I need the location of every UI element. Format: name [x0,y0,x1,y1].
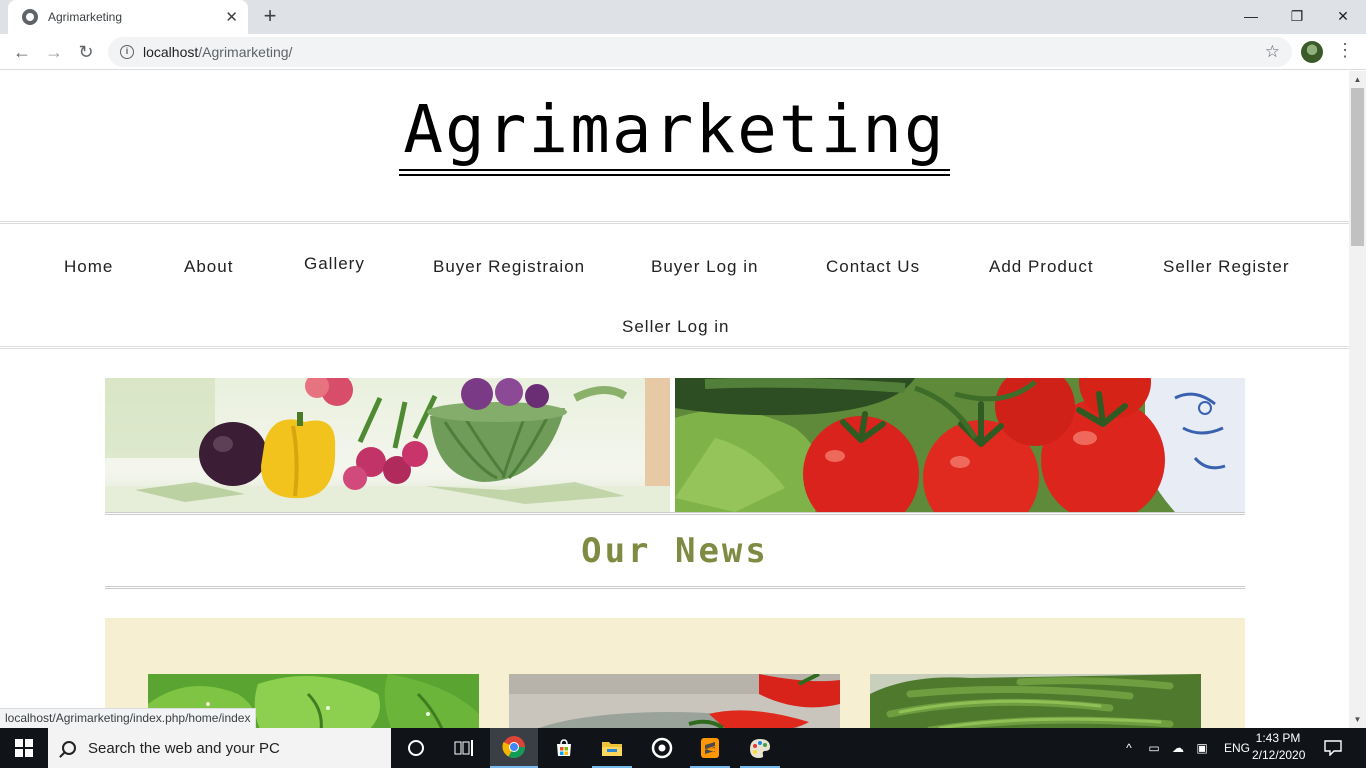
site-header: Agrimarketing [0,91,1349,176]
news-heading: Our News [581,531,769,571]
banner-vegetables-image [105,378,670,512]
media-icon[interactable] [638,728,686,768]
link-status-bar: localhost/Agrimarketing/index.php/home/i… [0,708,257,728]
paint-icon[interactable] [736,728,784,768]
tab-close-icon[interactable]: ✕ [225,8,238,26]
store-icon[interactable] [540,728,588,768]
system-tray: ^ ▭ ☁ ▣ ENG [1120,728,1256,768]
globe-icon [22,9,38,25]
page-viewport: Agrimarketing Home About Gallery Buyer R… [0,71,1349,728]
tab-title: Agrimarketing [48,10,123,24]
nav-buyer-login[interactable]: Buyer Log in [651,257,758,277]
battery-icon[interactable]: ▭ [1142,741,1166,755]
task-view-icon[interactable] [440,728,488,768]
clock-time: 1:43 PM [1255,731,1301,745]
file-explorer-icon[interactable] [588,728,636,768]
site-logo[interactable]: Agrimarketing [399,91,950,176]
news-section [105,618,1245,728]
nav-contact-us[interactable]: Contact Us [826,257,920,277]
browser-tab-strip: Agrimarketing ✕ + — ❐ ✕ [0,0,1366,34]
nav-about[interactable]: About [184,257,233,277]
forward-icon[interactable]: → [42,40,66,64]
nav-buyer-registration[interactable]: Buyer Registraion [433,257,585,277]
page-scrollbar[interactable]: ▲ ▼ [1349,71,1366,728]
nav-seller-login[interactable]: Seller Log in [622,317,730,337]
banner-tomatoes-image [675,378,1245,512]
address-bar[interactable]: i localhost/Agrimarketing/ ☆ [108,37,1292,67]
start-button[interactable] [0,728,48,768]
scrollbar-thumb[interactable] [1351,88,1364,246]
scroll-up-icon[interactable]: ▲ [1349,71,1366,88]
system-clock[interactable]: 1:43 PM 2/12/2020 [1252,730,1306,764]
main-navigation: Home About Gallery Buyer Registraion Buy… [0,221,1349,349]
cortana-icon[interactable] [392,728,440,768]
reload-icon[interactable]: ↻ [74,40,98,64]
clock-date: 2/12/2020 [1252,748,1306,762]
browser-tab[interactable]: Agrimarketing ✕ [8,0,248,34]
scroll-down-icon[interactable]: ▼ [1349,711,1366,728]
nav-seller-register[interactable]: Seller Register [1163,257,1290,277]
taskbar-search[interactable]: Search the web and your PC [48,728,391,768]
onedrive-icon[interactable]: ☁ [1166,741,1190,755]
browser-toolbar: ← → ↻ i localhost/Agrimarketing/ ☆ ⋮ [0,34,1366,70]
new-tab-icon[interactable]: + [258,4,282,28]
nav-add-product[interactable]: Add Product [989,257,1094,277]
language-indicator[interactable]: ENG [1218,741,1256,755]
news-peppers-image[interactable] [509,674,840,728]
browser-menu-icon[interactable]: ⋮ [1336,40,1354,61]
sublime-icon[interactable] [686,728,734,768]
window-controls: — ❐ ✕ [1228,0,1366,32]
profile-avatar[interactable] [1301,41,1323,63]
news-divider [105,586,1245,589]
minimize-icon[interactable]: — [1228,0,1274,32]
site-info-icon[interactable]: i [120,45,134,59]
window-close-icon[interactable]: ✕ [1320,0,1366,32]
windows-logo-icon [15,739,33,757]
windows-taskbar: Search the web and your PC ^ ▭ ☁ ▣ ENG 1… [0,728,1366,768]
tray-chevron-icon[interactable]: ^ [1120,741,1138,755]
notifications-icon[interactable] [1310,728,1356,768]
network-icon[interactable]: ▣ [1190,741,1214,755]
chrome-icon[interactable] [490,728,538,768]
bookmark-star-icon[interactable]: ☆ [1265,42,1280,62]
taskbar-search-placeholder: Search the web and your PC [88,739,280,757]
news-green-beans-image[interactable] [870,674,1201,728]
restore-icon[interactable]: ❐ [1274,0,1320,32]
back-icon[interactable]: ← [10,40,34,64]
nav-home[interactable]: Home [64,257,113,277]
search-icon [62,741,76,755]
banner-divider [105,512,1245,515]
nav-gallery[interactable]: Gallery [304,254,365,274]
address-url: localhost/Agrimarketing/ [143,44,293,60]
